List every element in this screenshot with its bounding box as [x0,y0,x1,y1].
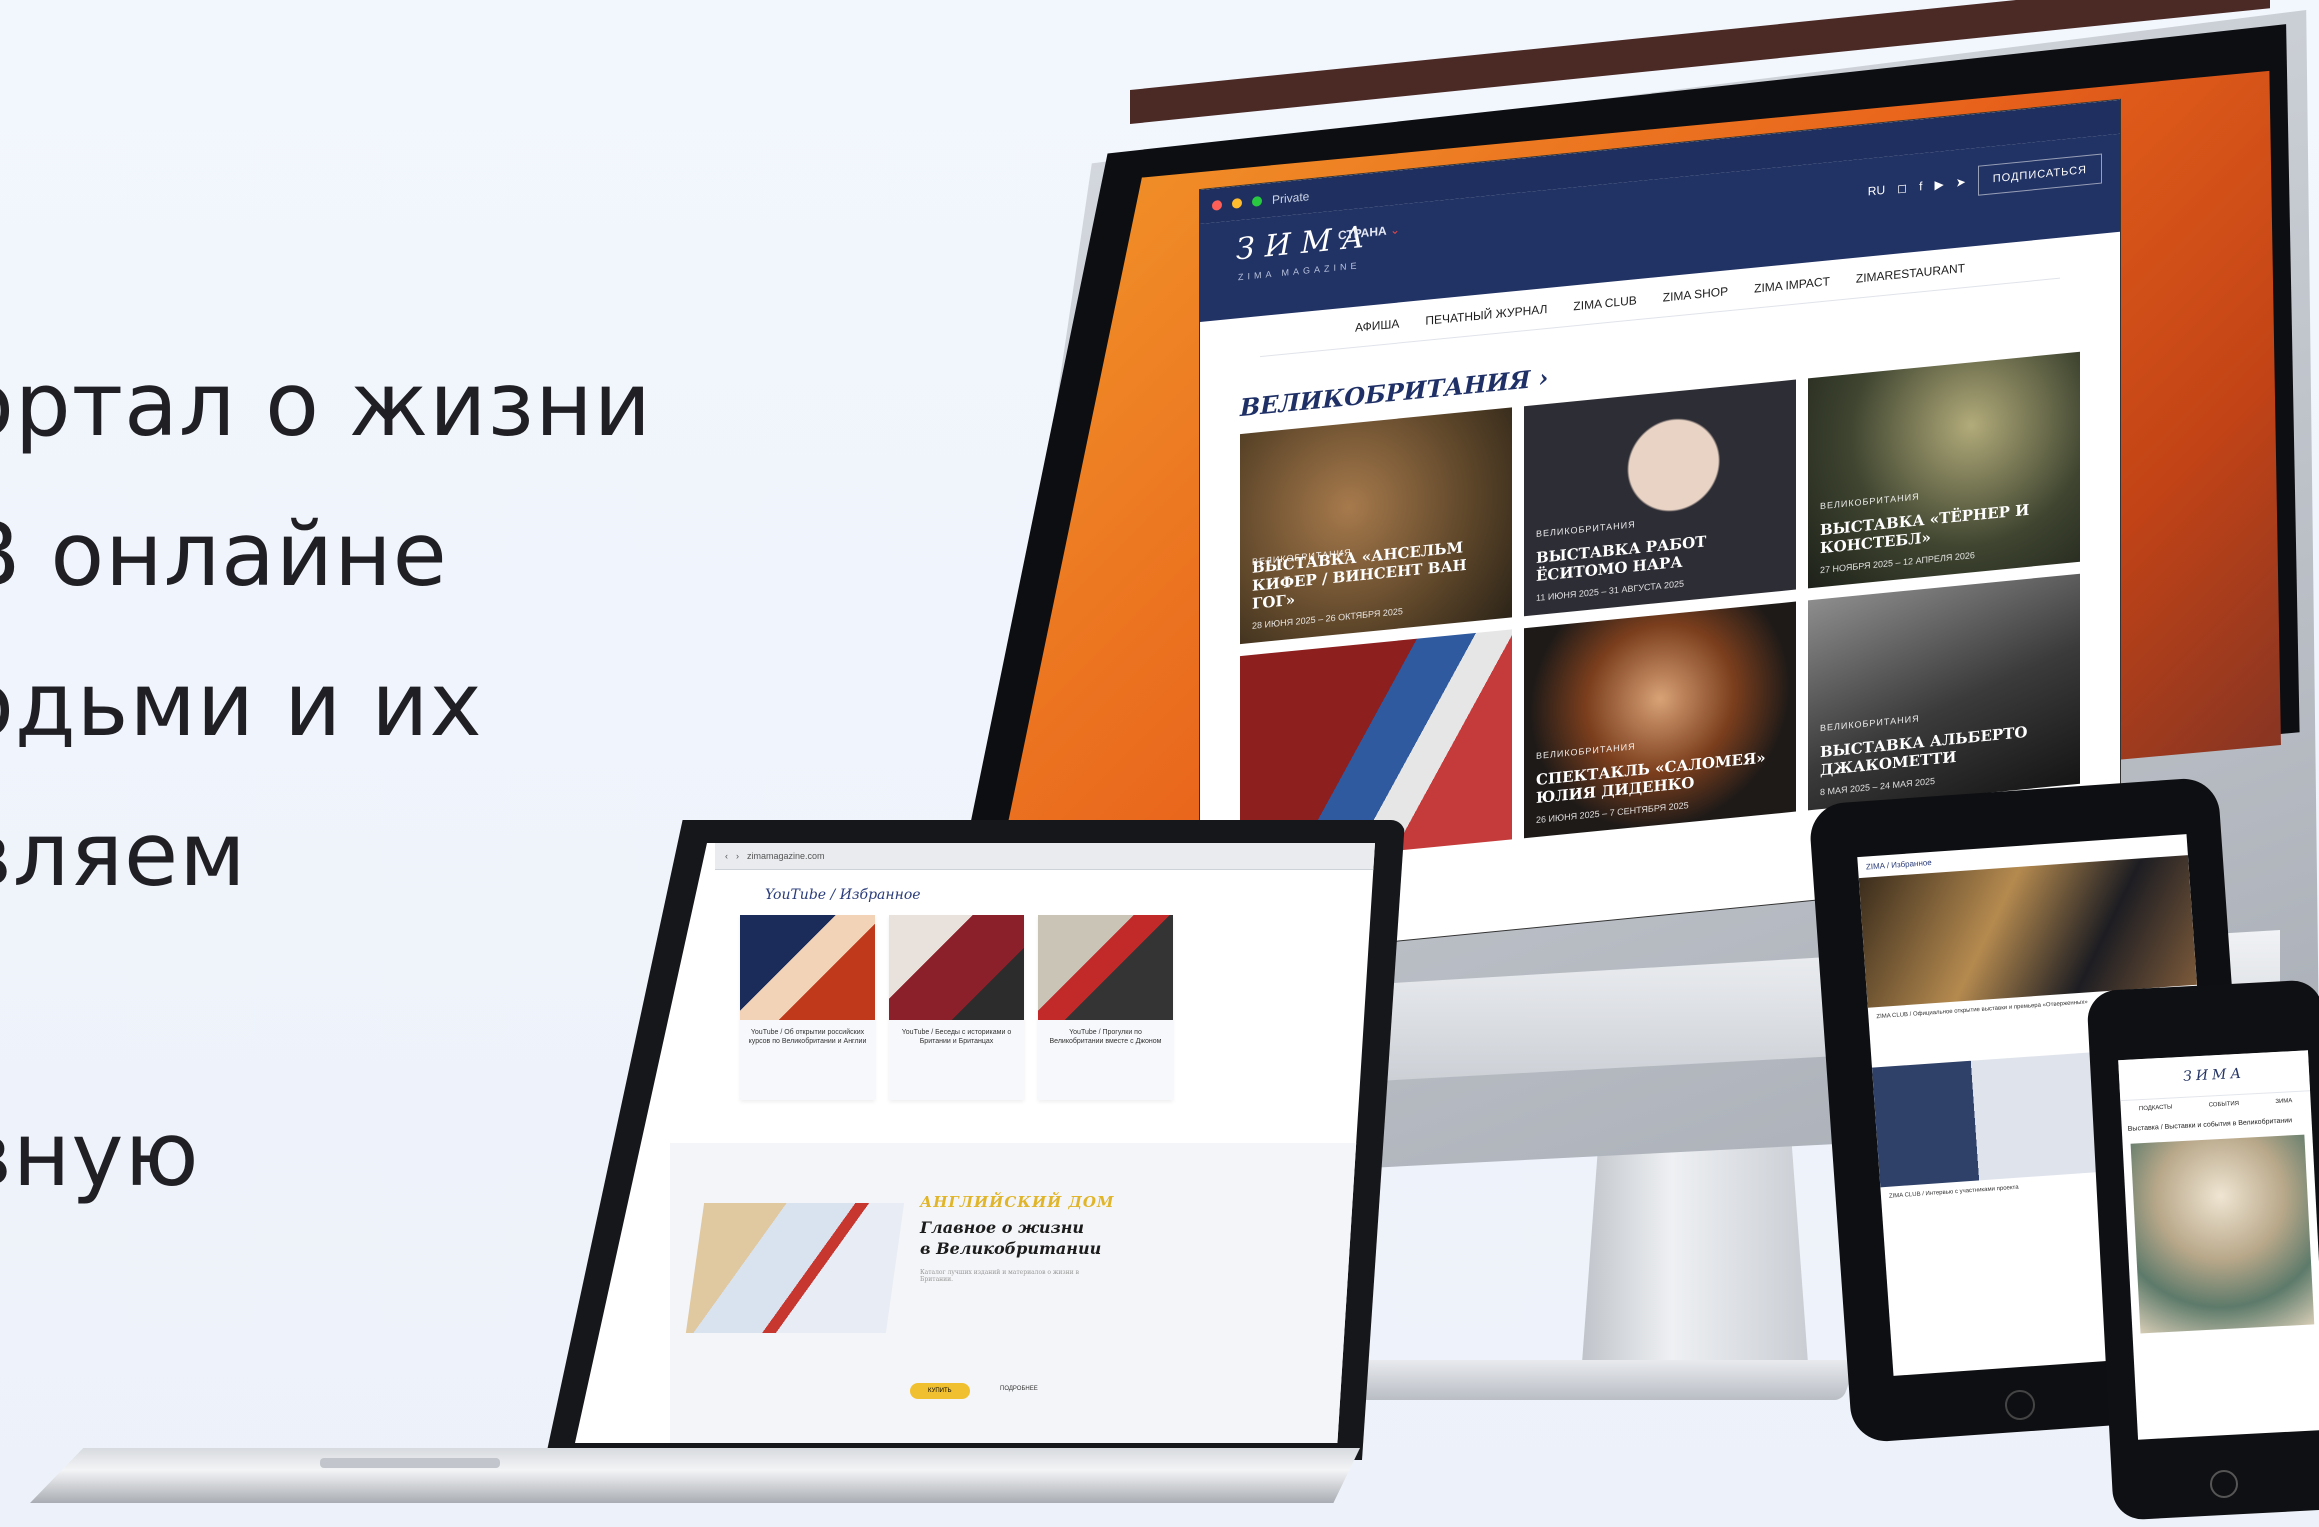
video-list: YouTube / Об открытии российских курсов … [740,915,1173,1100]
promo-title-line-1: Главное о жизни [920,1218,1084,1237]
hero-text: ортал о жизни В онлайне одьми и их вляем… [0,330,652,1230]
hero-line-1: ортал о жизни [0,353,652,456]
facebook-icon[interactable]: f [1919,179,1922,193]
phone-nav-item[interactable]: ПОДКАСТЫ [2139,1104,2173,1112]
event-card[interactable]: ВЕЛИКОБРИТАНИЯ ВЫСТАВКА АЛЬБЕРТО ДЖАКОМЕ… [1808,573,2080,811]
forward-icon[interactable]: › [736,851,739,861]
phone-nav-item[interactable]: ЗИМА [2275,1098,2292,1105]
magazines-image [685,1203,905,1333]
hero-line-6: вную [0,1103,200,1206]
instagram-icon[interactable]: ◻ [1897,181,1907,196]
nav-item-afisha[interactable]: АФИША [1355,316,1399,334]
video-card[interactable]: YouTube / Беседы с историками о Британии… [889,915,1024,1100]
event-card[interactable]: ВЕЛИКОБРИТАНИЯ ВЫСТАВКА «ТЁРНЕР И КОНСТЕ… [1808,351,2080,589]
promo-title-line-2: в Великобритании [920,1239,1102,1258]
video-card[interactable]: YouTube / Прогулки по Великобритании вме… [1038,915,1173,1100]
phone-article-image[interactable] [2130,1134,2315,1334]
youtube-section-title[interactable]: YouTube / Избранное [765,887,921,903]
back-icon[interactable]: ‹ [725,851,728,861]
video-caption: YouTube / Прогулки по Великобритании вме… [1049,1029,1162,1045]
youtube-icon[interactable]: ▶ [1934,177,1943,192]
laptop-base [30,1448,1360,1503]
video-card[interactable]: YouTube / Об открытии российских курсов … [740,915,875,1100]
nav-item-print[interactable]: ПЕЧАТНЫЙ ЖУРНАЛ [1425,302,1547,328]
hero-gap [0,930,652,1080]
card-kicker: ВЕЛИКОБРИТАНИЯ [1536,519,1636,540]
hero-line-2: В онлайне [0,503,448,606]
event-grid: ВЕЛИКОБРИТАНИЯ ВЫСТАВКА «АНСЕЛЬМ КИФЕР /… [1240,351,2080,867]
card-title: ВЫСТАВКА «АНСЕЛЬМ КИФЕР / ВИНСЕНТ ВАН ГО… [1252,538,1467,613]
laptop-browser-toolbar: ‹ › zimamagazine.com [715,843,1375,870]
event-card[interactable]: ВЕЛИКОБРИТАНИЯ ВЫСТАВКА РАБОТ ЁСИТОМО НА… [1524,379,1796,617]
video-thumbnail [889,915,1024,1020]
tablet-hero-image[interactable] [1858,855,2197,1008]
buy-button[interactable]: КУПИТЬ [910,1383,970,1399]
zoom-window-button[interactable] [1252,195,1262,207]
video-caption: YouTube / Об открытии российских курсов … [748,1029,867,1045]
hero-line-3: одьми и их [0,653,483,756]
phone-nav-item[interactable]: СОБЫТИЯ [2209,1101,2240,1109]
promo-slide: ортал о жизни В онлайне одьми и их вляем… [0,0,2319,1527]
laptop-trackpad-notch [320,1458,500,1468]
phone-screen: ЗИМА ПОДКАСТЫ СОБЫТИЯ ЗИМА Выставка / Вы… [2118,1050,2319,1440]
video-caption: YouTube / Беседы с историками о Британии… [901,1029,1012,1045]
subscribe-button[interactable]: ПОДПИСАТЬСЯ [1977,153,2102,196]
promo-kicker: АНГЛИЙСКИЙ ДОМ [920,1193,1115,1211]
video-thumbnail [1038,915,1173,1020]
nav-item-club[interactable]: ZIMA CLUB [1573,293,1636,313]
telegram-icon[interactable]: ➤ [1956,175,1966,190]
chevron-down-icon: ⌄ [1390,222,1401,238]
address-bar[interactable]: zimamagazine.com [747,851,825,861]
imac-stand-base [1322,1360,1858,1400]
header-actions: RU ◻ f ▶ ➤ ПОДПИСАТЬСЯ [1868,153,2102,207]
card-kicker: ВЕЛИКОБРИТАНИЯ [1820,713,1920,734]
laptop-screen: ‹ › zimamagazine.com YouTube / Избранное… [575,843,1375,1443]
private-tab[interactable]: Private [1272,189,1309,207]
event-card[interactable]: ВЕЛИКОБРИТАНИЯ ВЫСТАВКА «АНСЕЛЬМ КИФЕР /… [1240,407,1512,645]
hero-line-4: вляем [0,803,247,906]
nav-item-shop[interactable]: ZIMA SHOP [1663,284,1728,304]
language-selector[interactable]: RU [1868,183,1885,199]
more-link[interactable]: ПОДРОБНЕЕ [1000,1386,1038,1392]
phone-home-button[interactable] [2210,1470,2238,1498]
close-window-button[interactable] [1212,199,1222,211]
nav-item-restaurant[interactable]: ZIMARESTAURANT [1856,261,1965,286]
card-date: 8 МАЯ 2025 – 24 МАЯ 2025 [1820,775,1936,798]
card-kicker: ВЕЛИКОБРИТАНИЯ [1536,741,1636,762]
promo-text: Каталог лучших изданий и материалов о жи… [920,1269,1079,1283]
card-kicker: ВЕЛИКОБРИТАНИЯ [1820,491,1920,512]
english-house-promo: АНГЛИЙСКИЙ ДОМ Главное о жизни в Великоб… [920,1193,1115,1283]
video-thumbnail [740,915,875,1020]
event-card[interactable]: ВЕЛИКОБРИТАНИЯ СПЕКТАКЛЬ «САЛОМЕЯ» ЮЛИЯ … [1524,601,1796,839]
minimize-window-button[interactable] [1232,197,1242,209]
nav-item-impact[interactable]: ZIMA IMPACT [1754,274,1830,295]
